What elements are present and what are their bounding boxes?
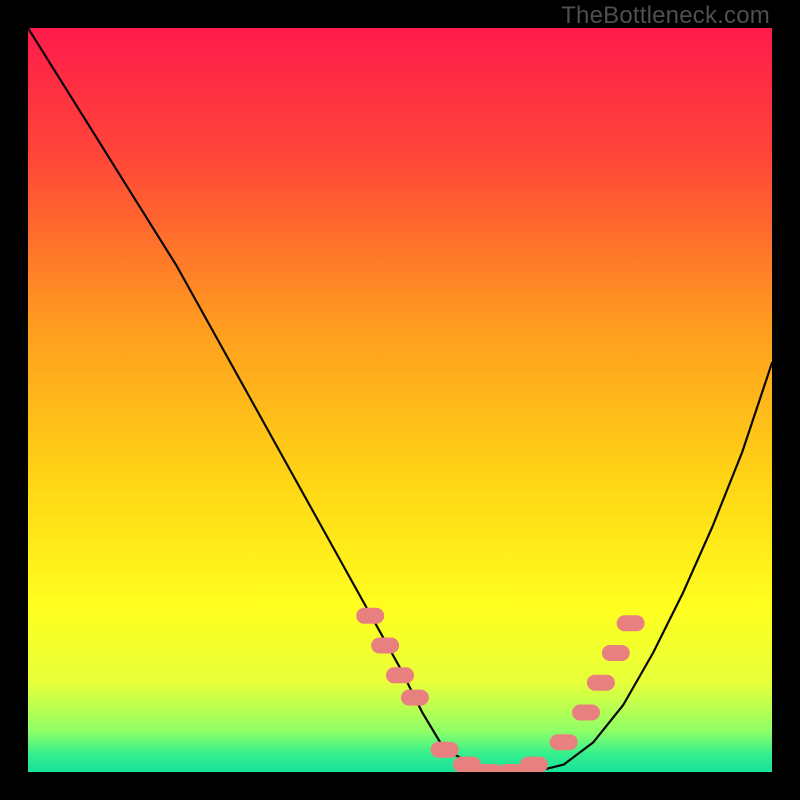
marker-point: [431, 742, 459, 758]
marker-point: [371, 638, 399, 654]
marker-point: [617, 615, 645, 631]
marker-point: [587, 675, 615, 691]
marker-point: [550, 734, 578, 750]
marker-point: [401, 690, 429, 706]
marker-point: [572, 705, 600, 721]
marker-point: [602, 645, 630, 661]
marker-point: [386, 667, 414, 683]
marker-point: [356, 608, 384, 624]
marker-point: [520, 757, 548, 772]
bottleneck-chart: [28, 28, 772, 772]
watermark-text: TheBottleneck.com: [561, 2, 770, 30]
chart-frame: [28, 28, 772, 772]
gradient-backdrop: [28, 28, 772, 772]
